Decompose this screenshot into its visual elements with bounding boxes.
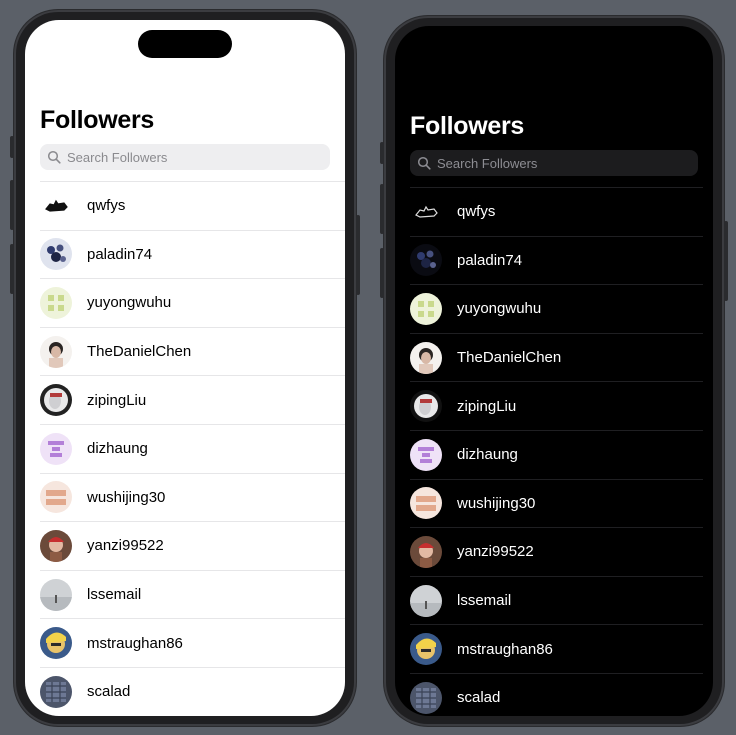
follower-row[interactable]: yuyongwuhu (410, 284, 703, 333)
follower-row[interactable]: dizhaung (40, 423, 345, 473)
dark-screen: Followers Search Followers qwfys paladin7… (395, 26, 713, 716)
follower-row[interactable]: dizhaung (410, 429, 703, 479)
follower-name: paladin74 (457, 251, 523, 269)
avatar (40, 627, 72, 660)
follower-name: zipingLiu (457, 397, 517, 415)
follower-name: dizhaung (457, 446, 518, 464)
follower-name: mstraughan86 (457, 640, 553, 658)
follower-name: yuyongwuhu (457, 300, 542, 318)
volume-up-button (10, 180, 14, 230)
volume-up-button (380, 184, 384, 234)
follower-row[interactable]: zipingLiu (410, 381, 703, 430)
dark-phone: Followers Search Followers qwfys paladin7… (380, 16, 728, 726)
side-button (356, 215, 360, 295)
followers-list[interactable]: qwfys paladin74 yuyongwuhu TheDanielChen zip… (410, 187, 703, 716)
follower-name: qwfys (457, 203, 496, 221)
follower-name: TheDanielChen (87, 343, 192, 361)
follower-name: dizhaung (87, 440, 148, 458)
follower-name: TheDanielChen (457, 349, 562, 367)
follower-row[interactable]: qwfys (40, 181, 345, 230)
avatar (40, 335, 72, 368)
avatar (410, 584, 442, 617)
avatar (40, 578, 72, 611)
follower-name: yuyongwuhu (87, 294, 172, 312)
avatar (410, 487, 442, 520)
follower-name: qwfys (87, 197, 126, 215)
follower-row[interactable]: mstraughan86 (410, 624, 703, 673)
volume-down-button (10, 244, 14, 294)
follower-row[interactable]: yanzi99522 (40, 521, 345, 570)
avatar (410, 390, 442, 423)
avatar (40, 384, 72, 417)
follower-name: mstraughan86 (87, 634, 183, 652)
follower-name: paladin74 (87, 245, 153, 263)
follower-row[interactable]: yanzi99522 (410, 527, 703, 576)
avatar (40, 481, 72, 514)
follower-row[interactable]: wushijing30 (40, 472, 345, 522)
search-field[interactable]: Search Followers (410, 150, 698, 176)
follower-row[interactable]: TheDanielChen (410, 332, 703, 382)
search-field[interactable]: Search Followers (40, 144, 330, 170)
action-button (380, 142, 384, 164)
action-button (10, 136, 14, 158)
follower-row[interactable]: scalad (40, 666, 345, 716)
light-screen: Followers Search Followers qwfys paladin7… (25, 20, 345, 716)
search-placeholder: Search Followers (67, 149, 168, 165)
follower-name: wushijing30 (457, 494, 536, 512)
follower-row[interactable]: paladin74 (410, 235, 703, 285)
follower-row[interactable]: paladin74 (40, 229, 345, 279)
page-title: Followers (40, 106, 154, 134)
follower-name: lssemail (457, 592, 512, 610)
follower-row[interactable]: TheDanielChen (40, 326, 345, 376)
avatar (410, 681, 442, 714)
avatar (40, 432, 72, 465)
follower-row[interactable]: zipingLiu (40, 375, 345, 424)
volume-down-button (380, 248, 384, 298)
follower-row[interactable]: yuyongwuhu (40, 278, 345, 327)
follower-name: wushijing30 (87, 488, 166, 506)
dynamic-island (138, 30, 232, 58)
follower-name: zipingLiu (87, 391, 147, 409)
followers-list[interactable]: qwfys paladin74 yuyongwuhu TheDanielChen zip… (40, 181, 345, 716)
avatar (410, 292, 442, 325)
follower-row[interactable]: scalad (410, 672, 703, 716)
follower-row[interactable]: lssemail (40, 569, 345, 619)
avatar (410, 535, 442, 568)
avatar (40, 675, 72, 708)
avatar (410, 244, 442, 277)
magnifying-glass-icon (417, 156, 431, 170)
avatar (410, 633, 442, 666)
side-button (724, 221, 728, 301)
follower-name: yanzi99522 (87, 537, 164, 555)
avatar (40, 238, 72, 271)
avatar (410, 438, 442, 471)
avatar (410, 195, 442, 228)
follower-name: scalad (457, 689, 501, 707)
follower-row[interactable]: qwfys (410, 187, 703, 236)
avatar (40, 189, 72, 222)
magnifying-glass-icon (47, 150, 61, 164)
follower-row[interactable]: wushijing30 (410, 478, 703, 528)
light-phone: Followers Search Followers qwfys paladin7… (10, 10, 360, 726)
avatar (40, 529, 72, 562)
avatar (410, 341, 442, 374)
follower-name: lssemail (87, 586, 142, 604)
follower-name: yanzi99522 (457, 543, 534, 561)
follower-name: scalad (87, 683, 131, 701)
search-placeholder: Search Followers (437, 155, 538, 171)
follower-row[interactable]: mstraughan86 (40, 618, 345, 667)
follower-row[interactable]: lssemail (410, 575, 703, 625)
page-title: Followers (410, 112, 524, 140)
avatar (40, 286, 72, 319)
